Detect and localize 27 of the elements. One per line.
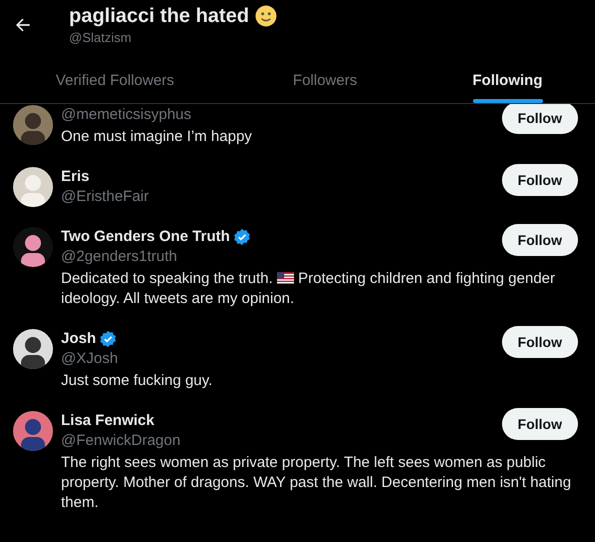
smiley-icon [255,5,278,27]
user-name[interactable]: Josh [61,329,96,349]
profile-name: pagliacci the hated [69,4,250,29]
user-name[interactable]: Lisa Fenwick [61,411,154,431]
bio-text: Just some fucking guy. [61,372,212,389]
bio-text: The right sees women as private property. The left sees women as public property. Mother of dragons. WAY past the wall. Decentering men isn't hating them. [61,454,572,511]
user-handle: @memeticsisyphus [61,105,192,125]
bio-text: ideology. All tweets are my opinion. [61,290,294,307]
user-name[interactable]: Two Genders One Truth [61,227,230,247]
tab[interactable]: Verified Followers [0,58,230,103]
follow-button[interactable]: Follow [502,224,578,256]
user-handle: @EristheFair [61,187,149,207]
user-handle: @FenwickDragon [61,431,180,451]
flag-icon [276,272,294,284]
bio-text: One must imagine I’m happy [61,128,252,145]
tab[interactable]: Followers [230,58,420,103]
bio-text: Protecting children and fighting gender [298,270,555,287]
user-handle: @2genders1truth [61,247,178,267]
tab[interactable]: Following [420,58,595,103]
user-handle: @XJosh [61,349,118,369]
follow-button[interactable]: Follow [502,326,578,358]
user-name[interactable]: Eris [61,167,90,187]
bio-text: Dedicated to speaking the truth. [61,270,273,287]
follow-button[interactable]: Follow [502,408,578,440]
profile-handle: @Slatzism [69,29,132,47]
follow-button[interactable]: Follow [502,164,578,196]
follow-button[interactable]: Follow [502,104,578,134]
